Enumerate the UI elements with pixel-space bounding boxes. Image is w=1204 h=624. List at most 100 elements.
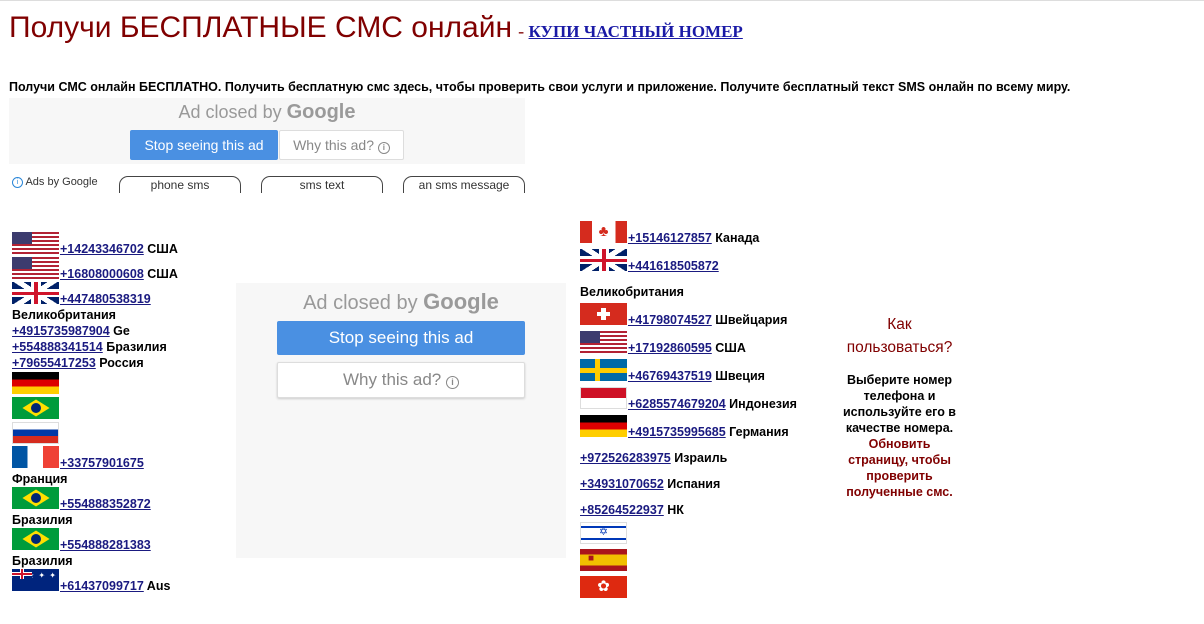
phone-number-link[interactable]: +14243346702: [60, 242, 144, 256]
stop-seeing-ad-label: Stop seeing this ad: [328, 328, 474, 347]
why-this-ad-label: Why this ad?: [343, 370, 442, 389]
flag-us-icon: [12, 257, 59, 279]
number-row: +554888281383: [60, 538, 151, 552]
ad-pill-label: phone sms: [150, 178, 210, 192]
google-logo: Google: [423, 289, 499, 314]
stop-seeing-ad-button[interactable]: Stop seeing this ad: [130, 130, 278, 160]
why-this-ad-label: Why this ad?: [293, 137, 375, 153]
ad-closed-text: Ad closed by: [178, 102, 282, 122]
country-label: НК: [667, 503, 684, 517]
flag-uk-icon: [580, 249, 627, 271]
country-label: Канада: [715, 231, 760, 245]
flag-brazil-icon: [12, 528, 59, 550]
phone-number-link[interactable]: +33757901675: [60, 456, 144, 470]
ad-pill-label: an sms message: [418, 178, 510, 192]
country-label: Бразилия: [12, 554, 73, 568]
number-row: +6285574679204 Индонезия: [628, 397, 797, 411]
phone-number-link[interactable]: +34931070652: [580, 477, 664, 491]
country-label: США: [147, 242, 178, 256]
number-row: +441618505872: [628, 259, 719, 273]
ad-pill-label: sms text: [299, 178, 345, 192]
country-label: Швейцария: [715, 313, 788, 327]
flag-us-icon: [12, 232, 59, 254]
phone-number-link[interactable]: +61437099717: [60, 579, 144, 593]
page-header: Получи БЕСПЛАТНЫЕ СМС онлайн - КУПИ ЧАСТН…: [9, 11, 743, 45]
phone-number-link[interactable]: +6285574679204: [628, 397, 726, 411]
flag-spain-icon: [580, 549, 627, 571]
number-row: +85264522937 НК: [580, 503, 684, 517]
ad-closed-box-top: Ad closed by Google Stop seeing this ad …: [9, 98, 525, 164]
country-label: Испания: [667, 477, 721, 491]
phone-number-link[interactable]: +16808000608: [60, 267, 144, 281]
country-label: Бразилия: [12, 513, 73, 527]
how-to-use-panel: Как пользоваться? Выберите номер телефон…: [837, 313, 962, 500]
phone-number-link[interactable]: +441618505872: [628, 259, 719, 273]
flag-us-icon: [580, 331, 627, 353]
flag-france-icon: [12, 446, 59, 468]
top-border: [0, 0, 1204, 1]
number-row: +17192860595 США: [628, 341, 746, 355]
country-label: Ge: [113, 324, 130, 338]
number-row: +447480538319: [60, 292, 151, 306]
country-label: Великобритания: [580, 285, 684, 299]
ad-choices-icon: i: [12, 176, 23, 188]
why-this-ad-button[interactable]: Why this ad? i: [277, 362, 525, 398]
stop-seeing-ad-button[interactable]: Stop seeing this ad: [277, 321, 525, 355]
phone-number-link[interactable]: +79655417253: [12, 356, 96, 370]
number-row: +46769437519 Швеция: [628, 369, 765, 383]
number-row: +33757901675: [60, 456, 144, 470]
flag-germany-icon: [12, 372, 59, 394]
phone-number-link[interactable]: +447480538319: [60, 292, 151, 306]
phone-number-link[interactable]: +554888341514: [12, 340, 103, 354]
ads-by-google-label: Ads by Google: [25, 176, 98, 188]
country-label: Великобритания: [12, 308, 116, 322]
how-to-use-instruction: Выберите номер телефона и используйте ег…: [842, 373, 956, 435]
country-label: Швеция: [715, 369, 765, 383]
flag-hong-kong-icon: [580, 576, 627, 598]
phone-number-link[interactable]: +46769437519: [628, 369, 712, 383]
ad-closed-box-middle: Ad closed by Google Stop seeing this ad …: [236, 283, 566, 558]
country-label: Германия: [729, 425, 789, 439]
country-label: США: [715, 341, 746, 355]
page-description: Получи СМС онлайн БЕСПЛАТНО. Получить бе…: [9, 80, 1071, 94]
phone-number-link[interactable]: +15146127857: [628, 231, 712, 245]
why-this-ad-button[interactable]: Why this ad? i: [279, 130, 404, 160]
phone-number-link[interactable]: +41798074527: [628, 313, 712, 327]
flag-brazil-icon: [12, 487, 59, 509]
country-label: Франция: [12, 472, 68, 486]
phone-number-link[interactable]: +17192860595: [628, 341, 712, 355]
phone-number-link[interactable]: +4915735995685: [628, 425, 726, 439]
phone-number-link[interactable]: +4915735987904: [12, 324, 110, 338]
stop-seeing-ad-label: Stop seeing this ad: [144, 137, 264, 153]
ad-pill-sms-message[interactable]: an sms message: [403, 176, 525, 193]
phone-number-link[interactable]: +972526283975: [580, 451, 671, 465]
flag-russia-icon: [12, 422, 59, 444]
country-label: Израиль: [674, 451, 728, 465]
buy-private-number-link[interactable]: КУПИ ЧАСТНЫЙ НОМЕР: [529, 22, 743, 41]
country-label: Бразилия: [106, 340, 167, 354]
ads-by-google[interactable]: i Ads by Google: [12, 176, 98, 192]
phone-number-link[interactable]: +554888352872: [60, 497, 151, 511]
flag-brazil-icon: [12, 397, 59, 419]
refresh-page-hint: Обновить страницу, чтобы проверить получ…: [846, 437, 953, 499]
ad-closed-label: Ad closed by Google: [9, 101, 525, 124]
number-row: +14243346702 США: [60, 242, 178, 256]
number-row: +79655417253 Россия: [12, 356, 144, 370]
flag-canada-icon: [580, 221, 627, 243]
ad-pill-sms-text[interactable]: sms text: [261, 176, 383, 193]
number-row: +61437099717 Aus: [60, 579, 170, 593]
phone-number-link[interactable]: +85264522937: [580, 503, 664, 517]
flag-germany-icon: [580, 415, 627, 437]
flag-australia-icon: [12, 569, 59, 591]
phone-number-link[interactable]: +554888281383: [60, 538, 151, 552]
flag-uk-icon: [12, 282, 59, 304]
flag-sweden-icon: [580, 359, 627, 381]
number-row: +554888341514 Бразилия: [12, 340, 167, 354]
country-label: Индонезия: [729, 397, 797, 411]
page-title: Получи БЕСПЛАТНЫЕ СМС онлайн: [9, 11, 513, 44]
info-icon: i: [446, 376, 459, 389]
country-label: Россия: [99, 356, 144, 370]
flag-indonesia-icon: [580, 387, 627, 409]
ad-pill-phone-sms[interactable]: phone sms: [119, 176, 241, 193]
how-to-use-heading: Как пользоваться?: [846, 316, 953, 356]
